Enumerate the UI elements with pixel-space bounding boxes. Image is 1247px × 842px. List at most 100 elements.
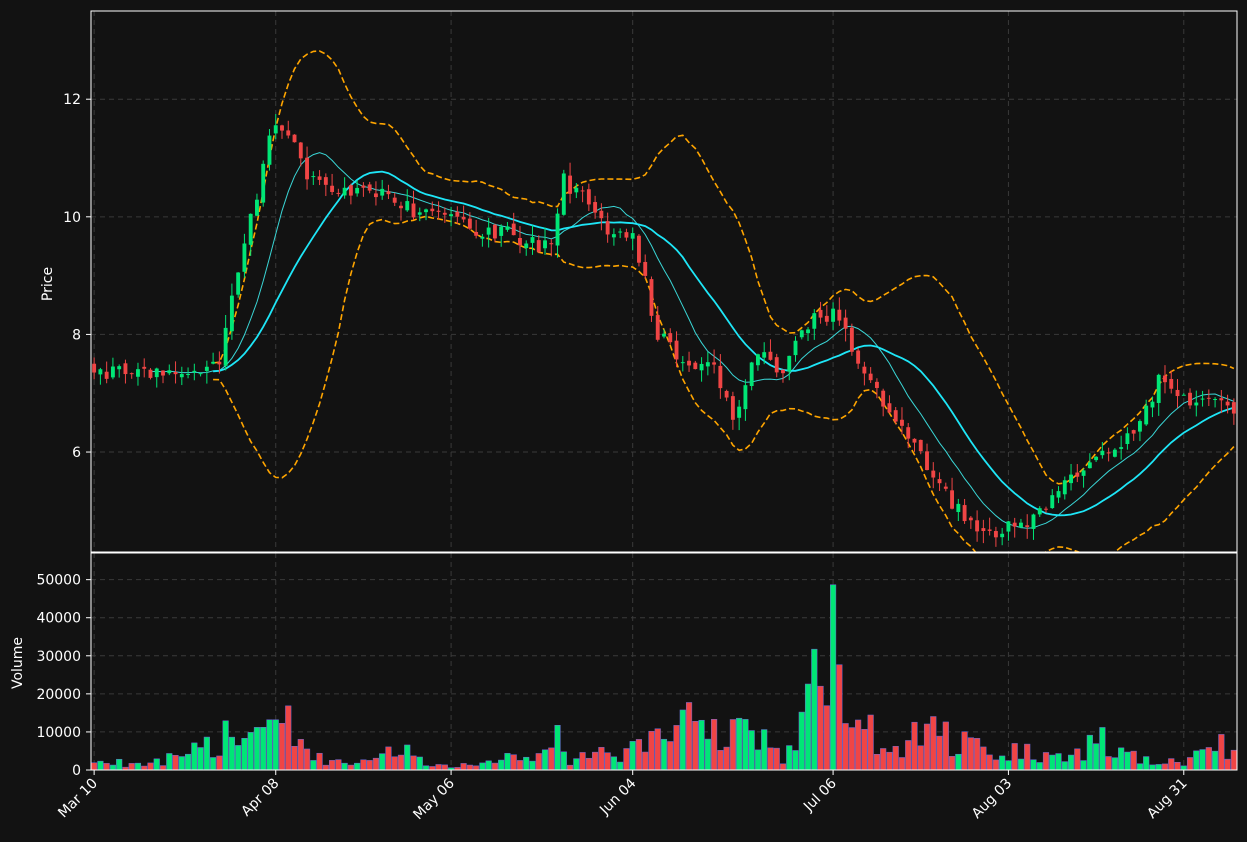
- volume-bar: [329, 760, 336, 770]
- candle-body: [204, 366, 209, 371]
- x-tick-label: Aug 31: [1144, 776, 1190, 822]
- volume-bar: [1011, 743, 1018, 770]
- volume-bar: [980, 746, 987, 770]
- candle-body: [799, 330, 804, 338]
- candle-body: [323, 177, 328, 185]
- candle-body: [956, 503, 961, 513]
- candle-body: [461, 216, 466, 220]
- candle-body: [280, 125, 284, 131]
- candle-body: [900, 419, 904, 426]
- candle-body: [943, 486, 948, 489]
- candle-body: [361, 185, 366, 188]
- volume-bar: [210, 757, 217, 770]
- candle-body: [292, 134, 297, 143]
- candle-body: [255, 199, 259, 216]
- volume-bar: [1212, 750, 1219, 770]
- volume-bar: [1174, 761, 1181, 770]
- candle-body: [1163, 375, 1167, 383]
- price-tick-label: 12: [63, 92, 81, 108]
- candle-body: [712, 362, 717, 365]
- candle-body: [787, 355, 792, 372]
- candle-body: [1194, 402, 1199, 406]
- candle-body: [1119, 447, 1124, 449]
- volume-bar: [153, 758, 160, 770]
- volume-bar: [679, 709, 686, 770]
- volume-bar: [491, 762, 498, 770]
- volume-bar: [1186, 757, 1194, 770]
- candle-body: [173, 372, 178, 375]
- candle-body: [1075, 472, 1080, 477]
- volume-tick-label: 30000: [36, 649, 81, 665]
- candle-body: [1188, 392, 1192, 406]
- volume-bar: [773, 747, 780, 770]
- candle-body: [637, 235, 641, 263]
- volume-bar: [873, 754, 880, 770]
- volume-bar: [992, 759, 999, 770]
- volume-bar: [748, 730, 755, 770]
- volume-bar: [228, 736, 235, 770]
- volume-bar: [178, 756, 185, 770]
- volume-bar: [867, 714, 874, 770]
- candle-body: [806, 329, 810, 334]
- candle-body: [217, 361, 222, 365]
- candle-body: [1112, 449, 1117, 457]
- volume-bar: [416, 756, 423, 770]
- volume-bar: [617, 761, 624, 770]
- candle-body: [348, 185, 353, 196]
- volume-bar: [855, 719, 862, 770]
- candle-body: [267, 135, 272, 165]
- candle-body: [117, 366, 122, 370]
- volume-bar: [792, 750, 799, 770]
- candle-body: [1225, 401, 1230, 406]
- volume-bar: [736, 717, 743, 770]
- candle-body: [1062, 480, 1067, 495]
- candle-body: [768, 351, 773, 360]
- volume-bar: [404, 744, 411, 770]
- candle-body: [968, 517, 973, 521]
- candle-body: [912, 438, 917, 443]
- candle-body: [655, 315, 660, 340]
- volume-bar: [266, 719, 273, 770]
- volume-tick-label: 0: [72, 763, 81, 779]
- volume-bar: [109, 764, 116, 770]
- candle-body: [1006, 521, 1011, 532]
- volume-bar: [134, 762, 142, 770]
- volume-bar: [479, 762, 486, 770]
- candle-body: [524, 243, 529, 249]
- volume-bar: [535, 753, 542, 770]
- candle-body: [480, 236, 485, 239]
- volume-bar: [203, 736, 210, 770]
- volume-bar: [648, 730, 655, 770]
- volume-bar: [498, 759, 505, 770]
- bollinger-bands: [212, 50, 1235, 552]
- volume-bar: [303, 748, 311, 770]
- candle-body: [342, 187, 347, 196]
- candle-body: [618, 231, 623, 233]
- volume-bar: [379, 753, 386, 770]
- candle-body: [1125, 433, 1130, 445]
- volume-bar: [1017, 758, 1025, 770]
- volume-bar: [942, 721, 949, 770]
- candle-body: [1219, 398, 1224, 401]
- volume-bar: [974, 738, 981, 770]
- candle-body: [874, 381, 879, 388]
- candle-body: [499, 226, 504, 236]
- volume-bar: [103, 763, 110, 770]
- candle-body: [167, 370, 172, 374]
- candle-body: [906, 427, 911, 439]
- x-tick-label: Aug 03: [969, 776, 1015, 822]
- volume-bar: [573, 758, 580, 770]
- volume-bar: [842, 723, 849, 770]
- volume-bar: [830, 584, 837, 770]
- candle-body: [142, 366, 147, 369]
- volume-bar: [836, 664, 843, 770]
- candle-body: [1087, 462, 1092, 469]
- candle-body: [273, 125, 278, 134]
- volume-bar: [817, 685, 824, 770]
- candle-body: [286, 130, 291, 136]
- candle-body: [486, 227, 491, 235]
- candle-body: [1181, 394, 1186, 396]
- volume-bar: [422, 765, 430, 770]
- volume-bar: [1067, 754, 1075, 770]
- volume-bar: [1074, 748, 1081, 770]
